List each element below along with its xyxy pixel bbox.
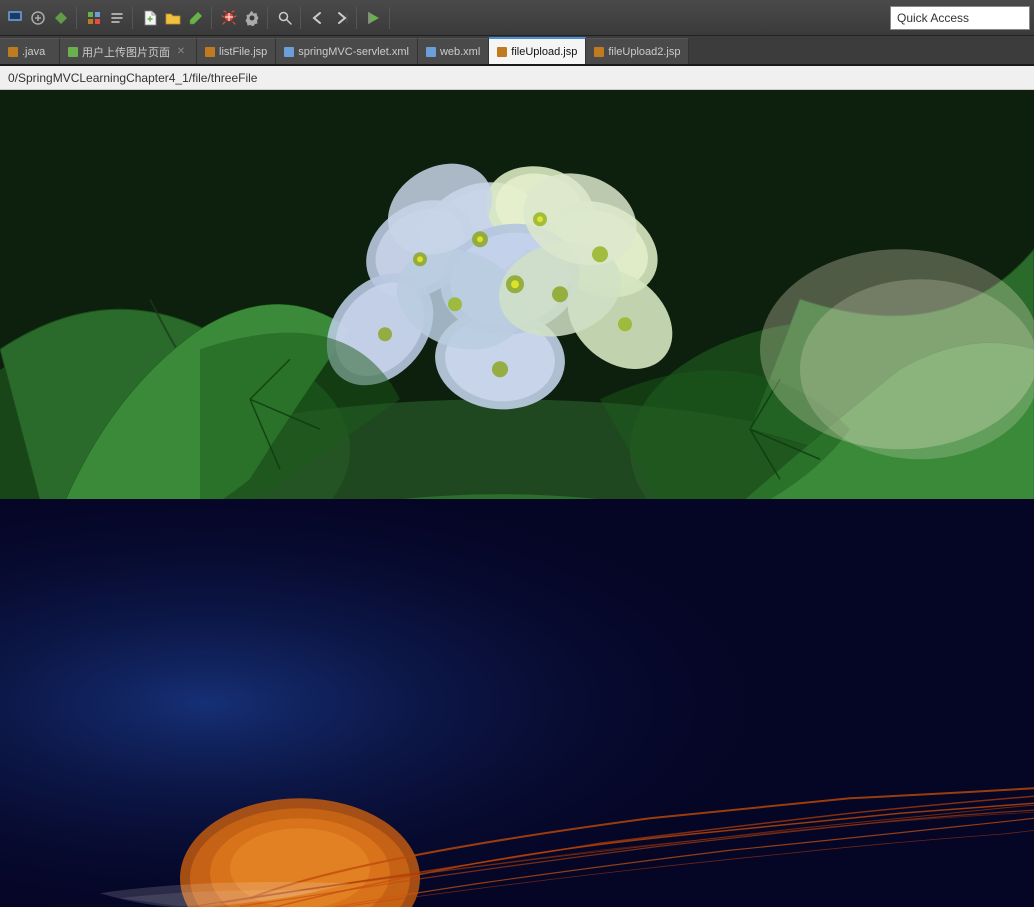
tab-fileupload-label: fileUpload.jsp bbox=[511, 46, 577, 58]
tab-webxml-label: web.xml bbox=[440, 46, 480, 58]
address-bar: 0/SpringMVCLearningChapter4_1/file/three… bbox=[0, 66, 1034, 90]
quick-access-label: Quick Access bbox=[897, 11, 969, 25]
quick-access-input[interactable]: Quick Access bbox=[890, 6, 1030, 30]
icon-search-small[interactable] bbox=[274, 7, 296, 29]
toolbar-group-2 bbox=[83, 7, 133, 29]
toolbar-group-1 bbox=[4, 7, 77, 29]
tab-listfile-icon bbox=[205, 47, 215, 57]
content-area bbox=[0, 90, 1034, 907]
tabs-bar: .java 用户上传图片页面 ✕ listFile.jsp springMVC-… bbox=[0, 36, 1034, 66]
tab-jsp1[interactable]: 用户上传图片页面 ✕ bbox=[60, 38, 197, 64]
toolbar-group-7 bbox=[363, 7, 390, 29]
tab-fileupload2[interactable]: fileUpload2.jsp bbox=[586, 38, 689, 64]
icon-3[interactable] bbox=[50, 7, 72, 29]
tab-springmvc-label: springMVC-servlet.xml bbox=[298, 46, 409, 58]
icon-run[interactable] bbox=[363, 7, 385, 29]
icon-5[interactable] bbox=[106, 7, 128, 29]
tab-webxml[interactable]: web.xml bbox=[418, 38, 489, 64]
tab-fileupload2-label: fileUpload2.jsp bbox=[608, 46, 680, 58]
flower-image bbox=[0, 90, 1034, 499]
icon-settings[interactable] bbox=[241, 7, 263, 29]
tab-jsp1-label: 用户上传图片页面 bbox=[82, 44, 170, 60]
icon-1[interactable] bbox=[4, 7, 26, 29]
tab-java-icon bbox=[8, 47, 18, 57]
toolbar-icons bbox=[4, 7, 890, 29]
tab-webxml-icon bbox=[426, 47, 436, 57]
icon-folder[interactable] bbox=[162, 7, 184, 29]
tab-springmvc[interactable]: springMVC-servlet.xml bbox=[276, 38, 418, 64]
icon-pencil[interactable] bbox=[185, 7, 207, 29]
tab-java[interactable]: .java bbox=[0, 38, 60, 64]
icon-2[interactable] bbox=[27, 7, 49, 29]
toolbar-group-3 bbox=[139, 7, 212, 29]
icon-bug[interactable] bbox=[218, 7, 240, 29]
icon-new-file[interactable] bbox=[139, 7, 161, 29]
icon-back[interactable] bbox=[307, 7, 329, 29]
tab-listfile[interactable]: listFile.jsp bbox=[197, 38, 276, 64]
tab-fileupload-icon bbox=[497, 47, 507, 57]
tab-fileupload[interactable]: fileUpload.jsp bbox=[489, 37, 586, 64]
toolbar-group-5 bbox=[274, 7, 301, 29]
icon-4[interactable] bbox=[83, 7, 105, 29]
toolbar-group-4 bbox=[218, 7, 268, 29]
jellyfish-section bbox=[0, 499, 1034, 907]
jellyfish-image bbox=[0, 499, 1034, 907]
tab-java-label: .java bbox=[22, 46, 45, 58]
address-path: 0/SpringMVCLearningChapter4_1/file/three… bbox=[8, 71, 257, 85]
tab-jsp1-icon bbox=[68, 47, 78, 57]
tab-springmvc-icon bbox=[284, 47, 294, 57]
tab-listfile-label: listFile.jsp bbox=[219, 46, 267, 58]
flower-section bbox=[0, 90, 1034, 499]
tab-fileupload2-icon bbox=[594, 47, 604, 57]
icon-forward[interactable] bbox=[330, 7, 352, 29]
toolbar-group-6 bbox=[307, 7, 357, 29]
toolbar: Quick Access bbox=[0, 0, 1034, 36]
tab-jsp1-close[interactable]: ✕ bbox=[174, 45, 188, 59]
